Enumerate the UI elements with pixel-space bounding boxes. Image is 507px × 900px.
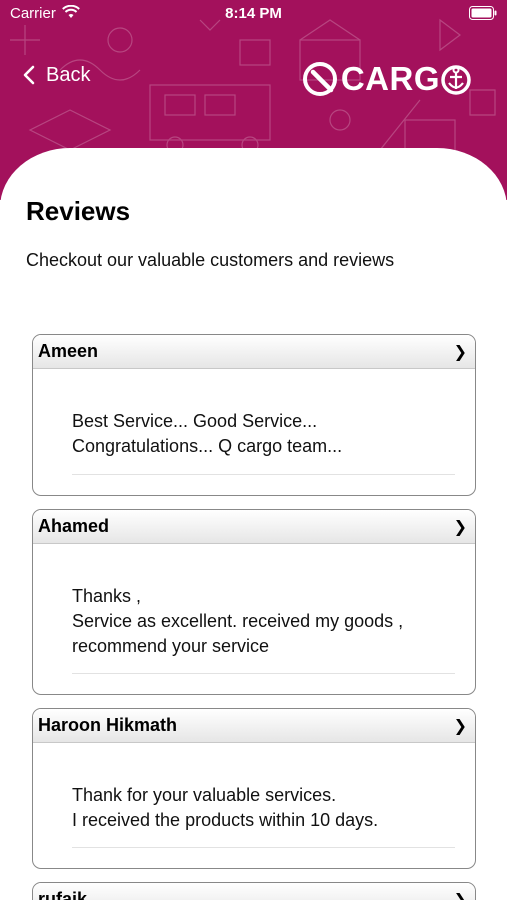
review-header[interactable]: Ameen ❯ <box>33 335 475 369</box>
chevron-right-icon: ❯ <box>453 717 467 735</box>
review-line: Congratulations... Q cargo team... <box>72 436 343 456</box>
review-line: Service as excellent. received my goods … <box>72 611 404 631</box>
chevron-right-icon: ❯ <box>453 343 467 361</box>
review-divider <box>72 474 455 475</box>
review-text: Best Service... Good Service... Congratu… <box>33 369 475 459</box>
review-line: recommend your service <box>72 636 270 656</box>
review-line: Thanks , <box>72 586 142 606</box>
review-divider <box>72 673 455 674</box>
page-subtitle: Checkout our valuable customers and revi… <box>26 250 395 270</box>
review-header[interactable]: Ahamed ❯ <box>33 510 475 544</box>
review-text: Thank for your valuable services. I rece… <box>33 743 475 833</box>
qcargo-logo: CARG <box>301 60 471 98</box>
q-logo-icon <box>302 62 337 96</box>
anchor-icon <box>441 65 471 95</box>
review-card[interactable]: Ahamed ❯ Thanks , Service as excellent. … <box>32 509 476 695</box>
reviewer-name: Haroon Hikmath <box>38 715 178 735</box>
logo-text: CARG <box>340 60 440 97</box>
back-button[interactable]: Back <box>22 60 90 90</box>
review-text: Thanks , Service as excellent. received … <box>33 544 475 659</box>
status-time: 8:14 PM <box>225 5 282 22</box>
battery-icon <box>469 6 497 20</box>
review-card[interactable]: Haroon Hikmath ❯ Thank for your valuable… <box>32 708 476 869</box>
review-header[interactable]: rufaik ❯ <box>33 883 475 900</box>
back-label: Back <box>46 63 91 86</box>
status-bar: Carrier 8:14 PM <box>0 0 507 28</box>
reviewer-name: rufaik <box>38 889 88 900</box>
reviews-content: Reviews Checkout our valuable customers … <box>0 148 507 900</box>
review-card[interactable]: Ameen ❯ Best Service... Good Service... … <box>32 334 476 496</box>
chevron-left-icon <box>23 65 35 85</box>
chevron-right-icon: ❯ <box>453 518 467 536</box>
review-card[interactable]: rufaik ❯ <box>32 882 476 900</box>
reviewer-name: Ameen <box>38 341 99 361</box>
page-title: Reviews <box>26 196 131 226</box>
review-header[interactable]: Haroon Hikmath ❯ <box>33 709 475 743</box>
review-divider <box>72 847 455 848</box>
reviewer-name: Ahamed <box>38 516 110 536</box>
review-line: Thank for your valuable services. <box>72 785 337 805</box>
chevron-right-icon: ❯ <box>453 891 467 900</box>
review-line: I received the products within 10 days. <box>72 810 379 830</box>
review-line: Best Service... Good Service... <box>72 411 318 431</box>
